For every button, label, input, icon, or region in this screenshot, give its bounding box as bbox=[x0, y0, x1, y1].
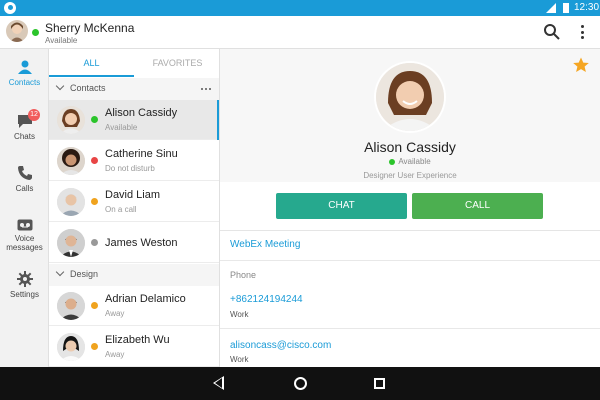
list-item[interactable]: Elizabeth Wu Away bbox=[49, 327, 219, 367]
phone-icon bbox=[17, 166, 32, 180]
recent-apps-icon[interactable] bbox=[374, 378, 385, 389]
system-nav-bar bbox=[0, 367, 600, 400]
contact-avatar bbox=[376, 63, 444, 131]
overflow-menu-button[interactable] bbox=[576, 23, 588, 41]
list-item[interactable]: Adrian Delamico Away bbox=[49, 286, 219, 326]
list-item[interactable]: Alison Cassidy Available bbox=[49, 100, 219, 140]
avatar bbox=[57, 229, 85, 257]
home-icon[interactable] bbox=[294, 377, 307, 390]
signal-icon bbox=[546, 3, 556, 13]
nav-calls[interactable]: Calls bbox=[0, 165, 49, 193]
side-nav: Contacts 12 Chats Calls Voice messages S… bbox=[0, 49, 49, 367]
presence-dot bbox=[91, 116, 98, 123]
nav-chats[interactable]: 12 Chats bbox=[0, 109, 49, 141]
avatar bbox=[57, 292, 85, 320]
nav-contacts[interactable]: Contacts bbox=[0, 59, 49, 87]
email-type: Work bbox=[230, 355, 249, 364]
search-icon bbox=[544, 24, 560, 40]
avatar bbox=[57, 147, 85, 175]
my-avatar[interactable] bbox=[6, 20, 28, 42]
group-header-design[interactable]: Design bbox=[49, 264, 219, 286]
avatar bbox=[57, 333, 85, 361]
app-header: Sherry McKenna Available bbox=[0, 16, 600, 49]
contact-title: Designer User Experience bbox=[363, 171, 457, 180]
email-link[interactable]: alisoncass@cisco.com bbox=[230, 340, 331, 351]
phone-type: Work bbox=[230, 310, 249, 319]
app-logo-icon bbox=[4, 2, 16, 14]
phone-number-link[interactable]: +862124194244 bbox=[230, 294, 303, 305]
avatar bbox=[57, 106, 85, 134]
detail-header: Alison Cassidy Available Designer User E… bbox=[220, 49, 600, 182]
presence-dot bbox=[91, 343, 98, 350]
gear-icon bbox=[16, 271, 33, 287]
presence-dot bbox=[91, 157, 98, 164]
person-icon bbox=[17, 60, 32, 74]
list-item[interactable]: James Weston bbox=[49, 223, 219, 263]
search-button[interactable] bbox=[543, 23, 561, 41]
contacts-tabs: ALL FAVORITES bbox=[49, 49, 219, 77]
avatar bbox=[57, 188, 85, 216]
chevron-down-icon bbox=[55, 81, 65, 91]
list-item[interactable]: David Liam On a call bbox=[49, 182, 219, 222]
group-more-icon[interactable] bbox=[201, 88, 211, 90]
tab-all[interactable]: ALL bbox=[49, 49, 134, 77]
contact-detail: Alison Cassidy Available Designer User E… bbox=[220, 49, 600, 367]
chat-button[interactable]: CHAT bbox=[276, 193, 407, 219]
nav-voice-messages[interactable]: Voice messages bbox=[0, 219, 49, 252]
presence-dot bbox=[91, 302, 98, 309]
webex-meeting-link[interactable]: WebEx Meeting bbox=[230, 239, 300, 250]
my-presence-dot bbox=[32, 29, 39, 36]
back-icon[interactable] bbox=[213, 376, 224, 390]
contact-name: Alison Cassidy bbox=[364, 139, 456, 155]
group-header-contacts[interactable]: Contacts bbox=[49, 78, 219, 100]
favorite-star-icon[interactable] bbox=[573, 57, 589, 73]
contacts-panel: ALL FAVORITES Contacts Alison Cassidy Av… bbox=[49, 49, 220, 367]
call-button[interactable]: CALL bbox=[412, 193, 543, 219]
presence-dot bbox=[91, 198, 98, 205]
voicemail-icon bbox=[17, 219, 32, 231]
presence-dot bbox=[389, 158, 396, 165]
tab-favorites[interactable]: FAVORITES bbox=[135, 49, 219, 77]
chevron-down-icon bbox=[55, 267, 65, 277]
my-name: Sherry McKenna bbox=[45, 21, 135, 35]
contact-status: Available bbox=[220, 157, 600, 166]
chats-badge: 12 bbox=[28, 109, 40, 121]
list-item[interactable]: Catherine Sinu Do not disturb bbox=[49, 141, 219, 181]
status-bar: 12:30 bbox=[0, 0, 600, 16]
battery-icon bbox=[563, 3, 569, 13]
nav-settings[interactable]: Settings bbox=[0, 271, 49, 299]
my-status: Available bbox=[45, 36, 78, 45]
presence-dot bbox=[91, 239, 98, 246]
phone-section-header: Phone bbox=[230, 270, 257, 280]
clock: 12:30 bbox=[574, 2, 600, 13]
